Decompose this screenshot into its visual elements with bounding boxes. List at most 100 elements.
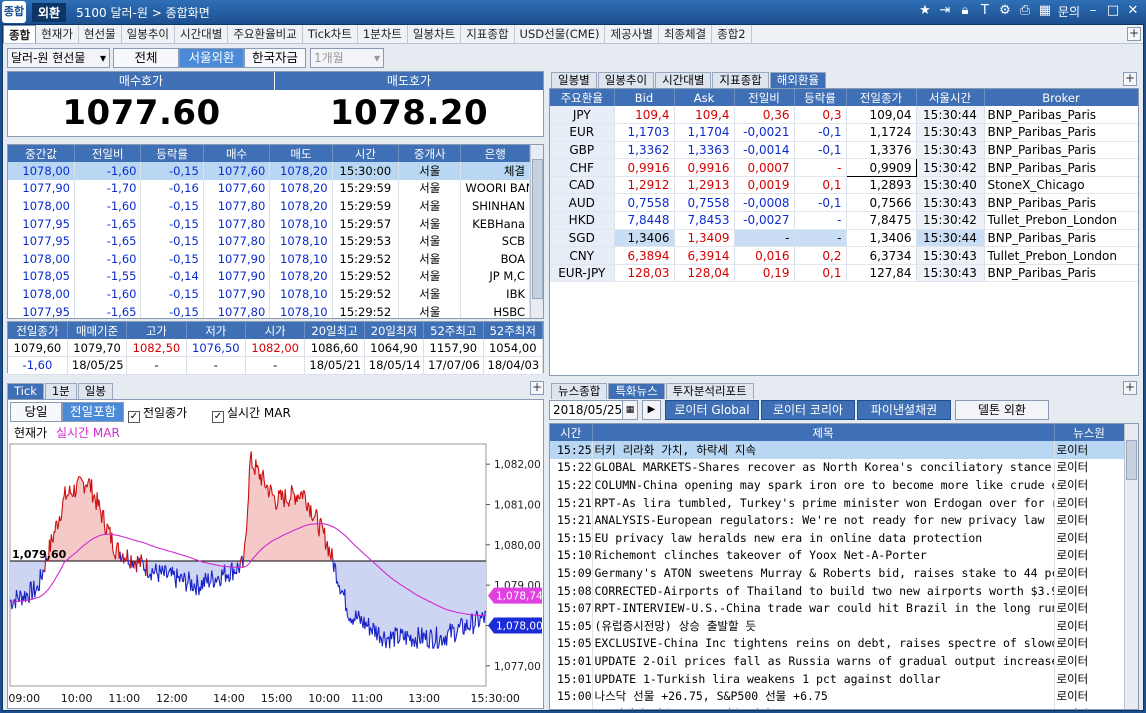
news-row[interactable]: 15:08 CORRECTED-Airports of Thailand to b… [550,581,1125,600]
column-header[interactable]: 중개사 [398,145,462,162]
column-header[interactable]: Bid [614,89,675,106]
close-icon[interactable]: ✕ [1126,3,1140,20]
table-row[interactable]: 1078,00 -1,60 -0,15 1077,90 1078,10 15:29:52 서… [8,285,530,303]
news-row[interactable]: 15:05 (유럽증시전망) 상승 출발할 듯 로이터 [550,616,1125,635]
table-row[interactable]: 1078,00 -1,60 -0,15 1077,80 1078,20 15:29:59 서… [8,197,530,215]
settings-icon[interactable]: ⚙ [998,3,1012,20]
print-icon[interactable]: ⎙ [1018,3,1032,20]
column-header[interactable]: Ask [674,89,735,106]
column-header[interactable]: 시간 [550,424,593,441]
menu-item[interactable]: 최종체결 [659,25,713,43]
tab-item[interactable]: 일봉 [77,383,113,399]
news-row[interactable]: 15:01 UPDATE 2-Oil prices fall as Russia … [550,652,1125,670]
star-icon[interactable]: ★ [918,3,932,20]
tab-item[interactable]: 뉴스종합 [551,383,608,399]
seg-korea-money[interactable]: 한국자금 [244,48,306,68]
text-icon[interactable]: T [978,3,992,20]
seg-all[interactable]: 전체 [113,48,179,68]
fx-row[interactable]: SGD 1,3406 1,3409- -1,3406 15:30:44 BNP_Parib… [550,229,1138,248]
column-header[interactable]: 주요환율 [550,89,615,106]
calendar-icon[interactable]: ▦ [622,400,638,420]
column-header[interactable]: 중간값 [8,145,75,162]
add-chart-icon[interactable]: + [530,381,544,395]
grid-icon[interactable]: ▦ [1038,3,1052,20]
help-link[interactable]: 문의 [1058,3,1080,20]
column-header[interactable]: 서울시간 [916,89,985,106]
tab-item[interactable]: 해외환율 [769,72,827,88]
menu-item[interactable]: 종합 [3,25,37,43]
add-tab-icon[interactable]: + [1127,27,1141,41]
financial-bond-button[interactable]: 파이낸셜채권 [857,400,951,420]
date-field[interactable]: 2018/05/25 [549,400,623,420]
news-row[interactable]: 15:00 나스닥 선물 +26.75, S&P500 선물 +6.75 로이터 [550,687,1125,705]
fx-row[interactable]: CAD 1,2912 1,2913 0,0019 0,1 1,2893 15:30:40 St… [550,176,1138,195]
login-icon[interactable]: ⇥ [938,3,952,20]
menu-item[interactable]: Tick차트 [303,25,358,43]
tab-item[interactable]: 1분 [44,383,77,399]
tab-item[interactable]: 투자분석리포트 [665,383,754,399]
column-header[interactable]: 제목 [592,424,1055,441]
maximize-icon[interactable]: □ [1106,3,1120,20]
instrument-select[interactable]: 달러-원 현선물 ▾ [7,48,110,68]
news-row[interactable]: 15:15 EU privacy law heralds new era in o… [550,528,1125,547]
menu-item[interactable]: 일봉추이 [122,25,175,43]
menu-item[interactable]: 제공사별 [605,25,659,43]
fx-row[interactable]: JPY 109,4 109,4 0,36 0,3 109,04 15:30:44 BNP_Pa… [550,106,1138,125]
fx-row[interactable]: EUR-JPY 128,03 128,04 0,19 0,1 127,84 15:30:43… [550,264,1138,283]
column-header[interactable]: 매수 [203,145,271,162]
menu-item[interactable]: 종합2 [712,25,752,43]
fx-row[interactable]: HKD 7,8448 7,8453 -0,0027-7,8475 15:30:42 Tul… [550,211,1138,230]
menu-item[interactable]: 1분차트 [358,25,408,43]
news-scrollbar[interactable] [1124,424,1138,709]
seg-today[interactable]: 당일 [10,402,62,422]
table-row[interactable]: 1078,00 -1,60 -0,15 1077,60 1078,20 15:30:00 서… [8,162,530,180]
menu-item[interactable]: USD선물(CME) [515,25,606,43]
news-row[interactable]: 15:10 Richemont clinches takeover of Yoox… [550,546,1125,565]
fx-row[interactable]: AUD 0,7558 0,7558 -0,0008 -0,1 0,7566 15:30:43… [550,193,1138,213]
menu-item[interactable]: 주요환율비교 [228,25,303,43]
trades-scrollbar[interactable] [530,145,543,318]
column-header[interactable]: 등락률 [794,89,847,106]
news-row[interactable]: 15:07 RPT-INTERVIEW-U.S.-China trade war … [550,599,1125,617]
tab-item[interactable]: 일봉추이 [597,72,655,88]
tab-item[interactable]: 시간대별 [655,72,712,88]
table-row[interactable]: 1077,95 -1,65 -0,15 1077,80 1078,10 15:29:52 서… [8,302,530,318]
seg-seoul-fx[interactable]: 서울외환 [179,48,244,68]
column-header[interactable]: 시간 [332,145,400,162]
table-row[interactable]: 1077,95 -1,65 -0,15 1077,80 1078,10 15:29:57 서… [8,214,530,233]
column-header[interactable]: 뉴스원 [1054,424,1125,441]
column-header[interactable]: 은행 [460,145,530,162]
seg-include-prev[interactable]: 전일포함 [62,402,124,422]
minimize-icon[interactable]: – [1086,3,1100,20]
lock-icon[interactable]: 🔒︎ [958,3,972,20]
menu-item[interactable]: 현선물 [79,25,122,43]
next-icon[interactable]: ▶ [642,400,661,420]
fx-row[interactable]: CNY 6,3894 6,3914 0,016 0,2 6,3734 15:30:43 Tul… [550,246,1138,265]
tab-item[interactable]: Tick [7,383,44,399]
news-row[interactable]: 15:22 GLOBAL MARKETS-Shares recover as No… [550,458,1125,477]
news-row[interactable]: 15:01 UPDATE 1-Turkish lira weakens 1 pct… [550,669,1125,688]
column-header[interactable]: 전일비 [74,145,142,162]
news-row[interactable]: 15:05 EXCLUSIVE-China Inc tightens reins … [550,634,1125,653]
column-header[interactable]: 전일종가 [846,89,917,106]
news-row[interactable]: 15:21 ANALYSIS-European regulators: We're… [550,511,1125,529]
column-header[interactable]: 등락률 [140,145,204,162]
mar-check[interactable]: ✓ 실시간 MAR [212,404,291,423]
prev-close-check[interactable]: ✓ 전일종가 [128,404,187,423]
fx-row[interactable]: GBP 1,3362 1,3363 -0,0014 -0,1 1,3376 15:30:43… [550,141,1138,160]
column-header[interactable]: 전일비 [734,89,795,106]
add-fx-icon[interactable]: + [1123,72,1137,86]
news-row[interactable]: 15:25 터키 리라화 가치, 하락세 지속 로이터 [550,441,1125,459]
reuters-korea-button[interactable]: 로이터 코리아 [761,400,855,420]
menu-item[interactable]: 지표종합 [461,25,515,43]
news-row[interactable]: 15:22 COLUMN-China opening may spark iron… [550,476,1125,494]
column-header[interactable]: 매도 [269,145,333,162]
delton-fx-button[interactable]: 델톤 외환 [955,400,1049,420]
period-select[interactable]: 1개월 ▾ [310,48,384,68]
fx-row[interactable]: EUR 1,1703 1,1704 -0,0021 -0,1 1,1724 15:30:43… [550,123,1138,142]
column-header[interactable]: Broker [984,89,1138,106]
table-row[interactable]: 1077,90 -1,70 -0,16 1077,60 1078,20 15:29:59 서… [8,179,530,198]
reuters-global-button[interactable]: 로이터 Global [665,400,759,420]
menu-item[interactable]: 일봉차트 [408,25,462,43]
tab-item[interactable]: 특화뉴스 [608,383,665,399]
